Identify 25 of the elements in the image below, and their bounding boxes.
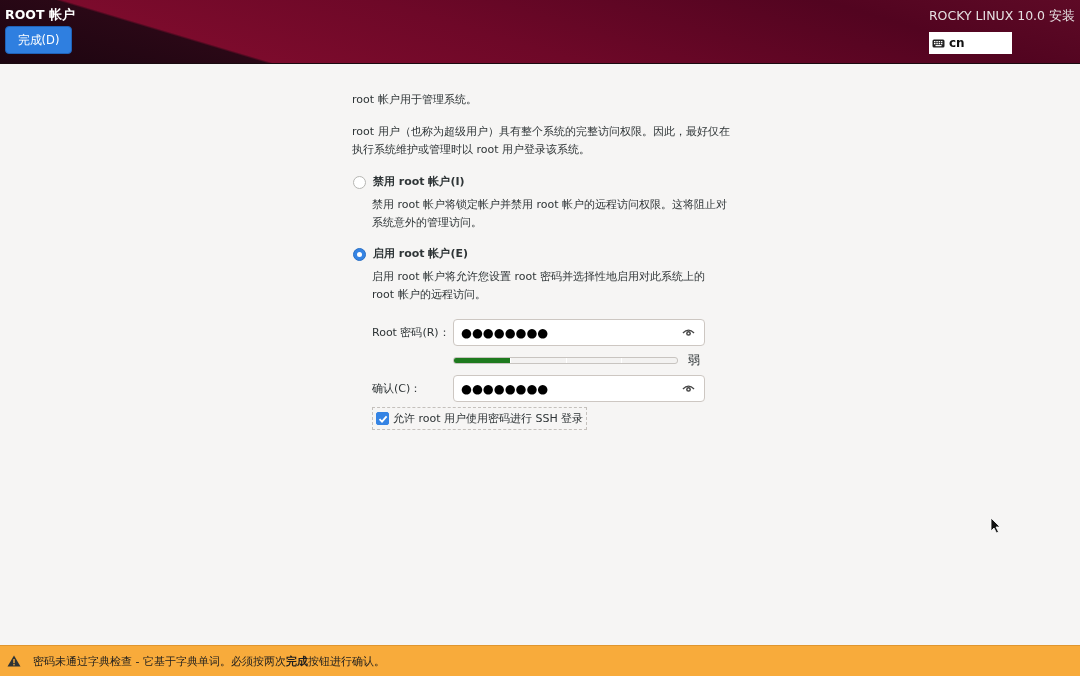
option-description: 禁用 root 帐户将锁定帐户并禁用 root 帐户的远程访问权限。这将阻止对系统意外的管理访问。 (372, 197, 729, 231)
ssh-login-option[interactable]: 允许 root 用户使用密码进行 SSH 登录 (372, 407, 588, 430)
keyboard-icon (931, 38, 945, 48)
checkbox[interactable] (376, 412, 389, 425)
password-field[interactable]: ●●●●●●●● (453, 319, 705, 346)
mouse-pointer-icon (990, 517, 1001, 534)
confirm-password-label: 确认(C)： (372, 380, 423, 397)
warning-message: 密码未通过字典检查 - 它基于字典单词。必须按两次完成按钮进行确认。 (33, 653, 385, 669)
page-title: ROOT 帐户 (5, 6, 75, 23)
confirm-password-field[interactable]: ●●●●●●●● (453, 375, 705, 402)
description-text: root 用户（也称为超级用户）具有整个系统的完整访问权限。因此，最好仅在执行系统维护或管理时以 root 用户登录该系统。 (352, 124, 731, 158)
radio-label[interactable]: 启用 root 帐户(E) (373, 245, 469, 263)
password-label: Root 密码(R)： (372, 324, 451, 341)
done-button[interactable]: 完成(D) (5, 26, 72, 54)
radio-button[interactable] (353, 247, 366, 261)
radio-label[interactable]: 禁用 root 帐户(I) (373, 173, 465, 191)
product-title: ROCKY LINUX 10.0 安装 (928, 7, 1075, 25)
warning-icon (7, 655, 21, 667)
strength-reading: 弱 (688, 352, 700, 369)
description-text: root 帐户用于管理系统。 (352, 92, 478, 108)
keyboard-layout-indicator[interactable]: cn (928, 32, 1012, 54)
eye-icon[interactable] (682, 328, 695, 337)
option-description: 启用 root 帐户将允许您设置 root 密码并选择性地启用对此系统上的 root 帐户的远程访问。 (372, 269, 707, 303)
radio-button[interactable] (353, 175, 366, 189)
eye-icon[interactable] (682, 384, 695, 393)
